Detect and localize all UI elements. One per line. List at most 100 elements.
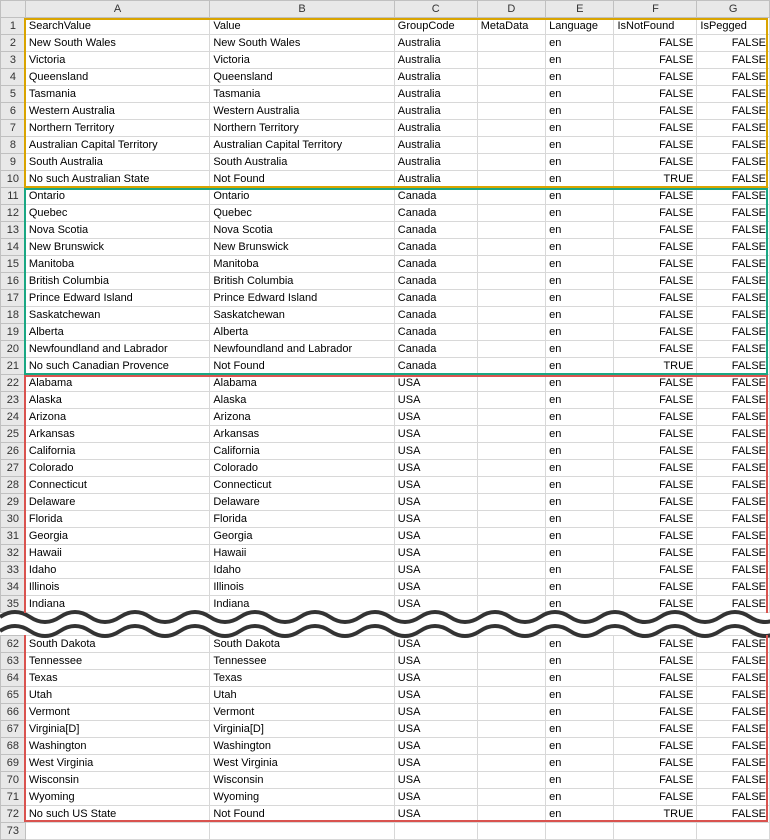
- cell[interactable]: FALSE: [697, 772, 770, 789]
- cell[interactable]: USA: [394, 704, 477, 721]
- cell[interactable]: en: [546, 375, 614, 392]
- cell[interactable]: USA: [394, 562, 477, 579]
- cell[interactable]: Wyoming: [210, 789, 394, 806]
- row-header[interactable]: 29: [1, 494, 26, 511]
- cell[interactable]: FALSE: [697, 120, 770, 137]
- cell[interactable]: FALSE: [697, 670, 770, 687]
- cell[interactable]: FALSE: [697, 86, 770, 103]
- cell[interactable]: [477, 171, 545, 188]
- cell[interactable]: FALSE: [614, 772, 697, 789]
- cell[interactable]: FALSE: [697, 137, 770, 154]
- cell[interactable]: Texas: [210, 670, 394, 687]
- cell[interactable]: Tasmania: [210, 86, 394, 103]
- cell[interactable]: en: [546, 239, 614, 256]
- cell[interactable]: Language: [546, 18, 614, 35]
- cell[interactable]: New Brunswick: [210, 239, 394, 256]
- cell[interactable]: [477, 823, 545, 840]
- cell[interactable]: FALSE: [697, 256, 770, 273]
- row-header[interactable]: 26: [1, 443, 26, 460]
- cell[interactable]: [614, 823, 697, 840]
- row-header[interactable]: 72: [1, 806, 26, 823]
- row-header[interactable]: 8: [1, 137, 26, 154]
- cell[interactable]: en: [546, 256, 614, 273]
- cell[interactable]: Victoria: [210, 52, 394, 69]
- cell[interactable]: Quebec: [210, 205, 394, 222]
- cell[interactable]: USA: [394, 375, 477, 392]
- cell[interactable]: en: [546, 477, 614, 494]
- row-header[interactable]: 1: [1, 18, 26, 35]
- cell[interactable]: Virginia[D]: [210, 721, 394, 738]
- cell[interactable]: [697, 823, 770, 840]
- cell[interactable]: Washington: [210, 738, 394, 755]
- cell[interactable]: FALSE: [697, 562, 770, 579]
- cell[interactable]: en: [546, 307, 614, 324]
- cell[interactable]: Tasmania: [25, 86, 209, 103]
- cell[interactable]: [477, 460, 545, 477]
- cell[interactable]: en: [546, 443, 614, 460]
- cell[interactable]: [210, 823, 394, 840]
- cell[interactable]: Western Australia: [25, 103, 209, 120]
- cell[interactable]: British Columbia: [210, 273, 394, 290]
- cell[interactable]: [477, 154, 545, 171]
- cell[interactable]: en: [546, 188, 614, 205]
- cell[interactable]: USA: [394, 409, 477, 426]
- cell[interactable]: FALSE: [697, 188, 770, 205]
- cell[interactable]: en: [546, 324, 614, 341]
- cell[interactable]: en: [546, 86, 614, 103]
- cell[interactable]: Not Found: [210, 358, 394, 375]
- cell[interactable]: FALSE: [697, 511, 770, 528]
- cell[interactable]: Wyoming: [25, 789, 209, 806]
- cell[interactable]: Newfoundland and Labrador: [210, 341, 394, 358]
- cell[interactable]: en: [546, 545, 614, 562]
- cell[interactable]: Florida: [25, 511, 209, 528]
- row-header[interactable]: 6: [1, 103, 26, 120]
- cell[interactable]: Quebec: [25, 205, 209, 222]
- cell[interactable]: Australia: [394, 86, 477, 103]
- cell[interactable]: FALSE: [697, 171, 770, 188]
- row-header[interactable]: 23: [1, 392, 26, 409]
- cell[interactable]: Canada: [394, 273, 477, 290]
- cell[interactable]: Nova Scotia: [210, 222, 394, 239]
- cell[interactable]: FALSE: [614, 256, 697, 273]
- cell[interactable]: Idaho: [25, 562, 209, 579]
- cell[interactable]: FALSE: [697, 443, 770, 460]
- cell[interactable]: Connecticut: [25, 477, 209, 494]
- col-header-B[interactable]: B: [210, 1, 394, 18]
- cell[interactable]: Victoria: [25, 52, 209, 69]
- cell[interactable]: Utah: [25, 687, 209, 704]
- cell[interactable]: FALSE: [697, 738, 770, 755]
- cell[interactable]: Not Found: [210, 806, 394, 823]
- cell[interactable]: en: [546, 358, 614, 375]
- cell[interactable]: IsNotFound: [614, 18, 697, 35]
- cell[interactable]: en: [546, 704, 614, 721]
- cell[interactable]: FALSE: [697, 721, 770, 738]
- cell[interactable]: en: [546, 670, 614, 687]
- cell[interactable]: FALSE: [697, 653, 770, 670]
- cell[interactable]: [394, 823, 477, 840]
- col-header-F[interactable]: F: [614, 1, 697, 18]
- col-header-A[interactable]: A: [25, 1, 209, 18]
- cell[interactable]: FALSE: [697, 477, 770, 494]
- cell[interactable]: [477, 137, 545, 154]
- cell[interactable]: USA: [394, 460, 477, 477]
- cell[interactable]: Virginia[D]: [25, 721, 209, 738]
- cell[interactable]: FALSE: [614, 477, 697, 494]
- cell[interactable]: Northern Territory: [25, 120, 209, 137]
- cell[interactable]: Wisconsin: [210, 772, 394, 789]
- cell[interactable]: en: [546, 273, 614, 290]
- cell[interactable]: Australia: [394, 120, 477, 137]
- cell[interactable]: [477, 86, 545, 103]
- cell[interactable]: en: [546, 103, 614, 120]
- cell[interactable]: Hawaii: [25, 545, 209, 562]
- cell[interactable]: TRUE: [614, 806, 697, 823]
- row-header[interactable]: 4: [1, 69, 26, 86]
- row-header[interactable]: 13: [1, 222, 26, 239]
- cell[interactable]: USA: [394, 443, 477, 460]
- cell[interactable]: Hawaii: [210, 545, 394, 562]
- cell[interactable]: Australia: [394, 69, 477, 86]
- cell[interactable]: Canada: [394, 256, 477, 273]
- row-header[interactable]: 73: [1, 823, 26, 840]
- cell[interactable]: FALSE: [697, 704, 770, 721]
- row-header[interactable]: 69: [1, 755, 26, 772]
- cell[interactable]: Tennessee: [25, 653, 209, 670]
